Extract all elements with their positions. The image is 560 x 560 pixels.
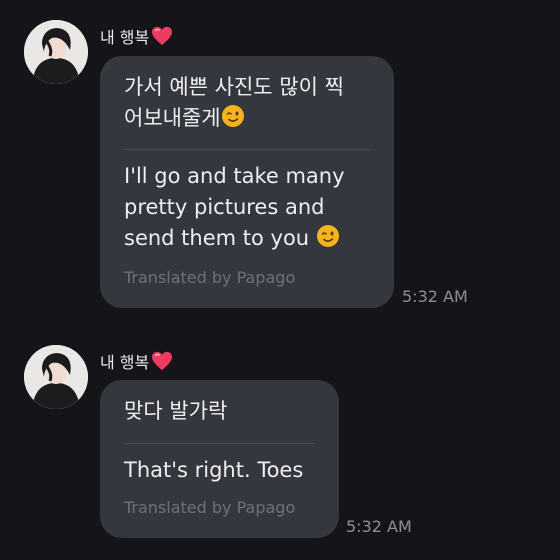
- profile-photo-icon: [24, 345, 88, 409]
- original-text: 가서 예쁜 사진도 많이 찍 어보내줄게: [124, 56, 370, 134]
- heart-icon: [152, 351, 173, 371]
- translation-credit: Translated by Papago: [124, 268, 296, 287]
- translation-credit: Translated by Papago: [124, 498, 296, 517]
- original-line: 맞다 발가락: [124, 399, 228, 423]
- translated-text: That's right. Toes: [124, 444, 315, 486]
- avatar[interactable]: [24, 20, 88, 84]
- translated-text: I'll go and take many pretty pictures an…: [124, 150, 370, 254]
- heart-icon: [152, 26, 173, 46]
- message-bubble[interactable]: 가서 예쁜 사진도 많이 찍 어보내줄게 I'll go and take ma…: [100, 56, 394, 308]
- sender-name-text: 내 행복: [100, 353, 150, 372]
- message-bubble[interactable]: 맞다 발가락 That's right. Toes Translated by …: [100, 380, 339, 538]
- avatar[interactable]: [24, 345, 88, 409]
- original-text: 맞다 발가락: [124, 380, 315, 427]
- original-line-with-emoji: 어보내줄게: [124, 103, 370, 134]
- wink-emoji-icon: [316, 225, 339, 247]
- translated-line: send them to you: [124, 226, 310, 250]
- original-line: 가서 예쁜 사진도 많이 찍: [124, 75, 344, 99]
- original-line: 어보내줄게: [124, 106, 221, 130]
- message-timestamp: 5:32 AM: [346, 517, 412, 536]
- sender-name: 내 행복: [100, 349, 173, 373]
- sender-name: 내 행복: [100, 24, 173, 48]
- sender-name-text: 내 행복: [100, 28, 150, 47]
- profile-photo-icon: [24, 20, 88, 84]
- translated-line: That's right. Toes: [124, 458, 304, 482]
- message-timestamp: 5:32 AM: [402, 287, 468, 306]
- translated-line: I'll go and take many: [124, 164, 345, 188]
- translated-line-with-emoji: send them to you: [124, 223, 370, 254]
- translated-line: pretty pictures and: [124, 195, 325, 219]
- wink-emoji-icon: [221, 105, 244, 127]
